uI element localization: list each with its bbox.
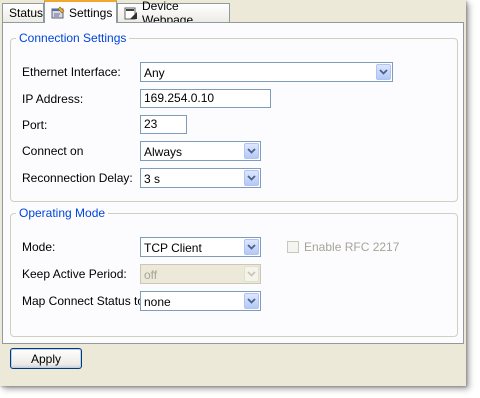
mode-value: TCP Client — [144, 241, 202, 255]
enable-rfc-2217-label: Enable RFC 2217 — [304, 240, 400, 254]
tab-strip: Status Settings Device Webpage — [0, 0, 466, 27]
connection-settings-legend: Connection Settings — [16, 31, 130, 45]
connect-on-value: Always — [144, 145, 183, 159]
tab-status-label: Status — [9, 6, 44, 20]
ethernet-interface-select[interactable]: Any — [140, 62, 393, 82]
keep-active-period-select[interactable]: off — [140, 264, 261, 284]
map-connect-status-value: none — [144, 295, 171, 309]
tab-device-webpage[interactable]: Device Webpage — [117, 0, 230, 27]
keep-active-period-value: off — [144, 268, 158, 282]
connect-on-select[interactable]: Always — [140, 141, 261, 161]
mode-select[interactable]: TCP Client — [140, 237, 261, 257]
reconnection-delay-value: 3 s — [144, 172, 161, 186]
tab-settings[interactable]: Settings — [44, 0, 117, 23]
settings-window: Status Settings Device Webpage Connectio… — [0, 0, 466, 386]
webpage-icon — [124, 6, 138, 20]
apply-button[interactable]: Apply — [10, 348, 82, 369]
reconnection-delay-label: Reconnection Delay: — [22, 171, 133, 185]
operating-mode-group: Operating Mode Mode: TCP Client Enable R… — [10, 206, 458, 337]
settings-panel: Connection Settings Ethernet Interface: … — [2, 22, 464, 344]
operating-mode-legend: Operating Mode — [16, 206, 109, 220]
ip-address-label: IP Address: — [22, 92, 84, 106]
ethernet-interface-value: Any — [144, 66, 165, 80]
reconnection-delay-select[interactable]: 3 s — [140, 168, 261, 188]
enable-rfc-2217-checkbox[interactable] — [287, 241, 299, 253]
connection-settings-group: Connection Settings Ethernet Interface: … — [10, 31, 458, 202]
chevron-down-icon[interactable] — [244, 293, 259, 309]
port-label: Port: — [22, 118, 48, 132]
map-connect-status-select[interactable]: none — [140, 291, 261, 311]
map-connect-status-label: Map Connect Status to — [22, 294, 145, 308]
keep-active-period-label: Keep Active Period: — [22, 267, 127, 281]
chevron-down-icon[interactable] — [376, 64, 391, 80]
chevron-down-icon[interactable] — [244, 239, 259, 255]
mode-label: Mode: — [22, 240, 56, 254]
tab-settings-label: Settings — [69, 5, 113, 20]
ethernet-interface-label: Ethernet Interface: — [22, 65, 121, 79]
ip-address-input[interactable]: 169.254.0.10 — [140, 89, 271, 108]
tab-status[interactable]: Status — [2, 3, 44, 22]
settings-icon — [51, 6, 65, 20]
connect-on-label: Connect on — [22, 144, 84, 158]
port-input[interactable]: 23 — [140, 115, 187, 134]
chevron-down-icon[interactable] — [244, 170, 259, 186]
chevron-down-icon[interactable] — [244, 143, 259, 159]
chevron-down-icon[interactable] — [244, 266, 259, 282]
